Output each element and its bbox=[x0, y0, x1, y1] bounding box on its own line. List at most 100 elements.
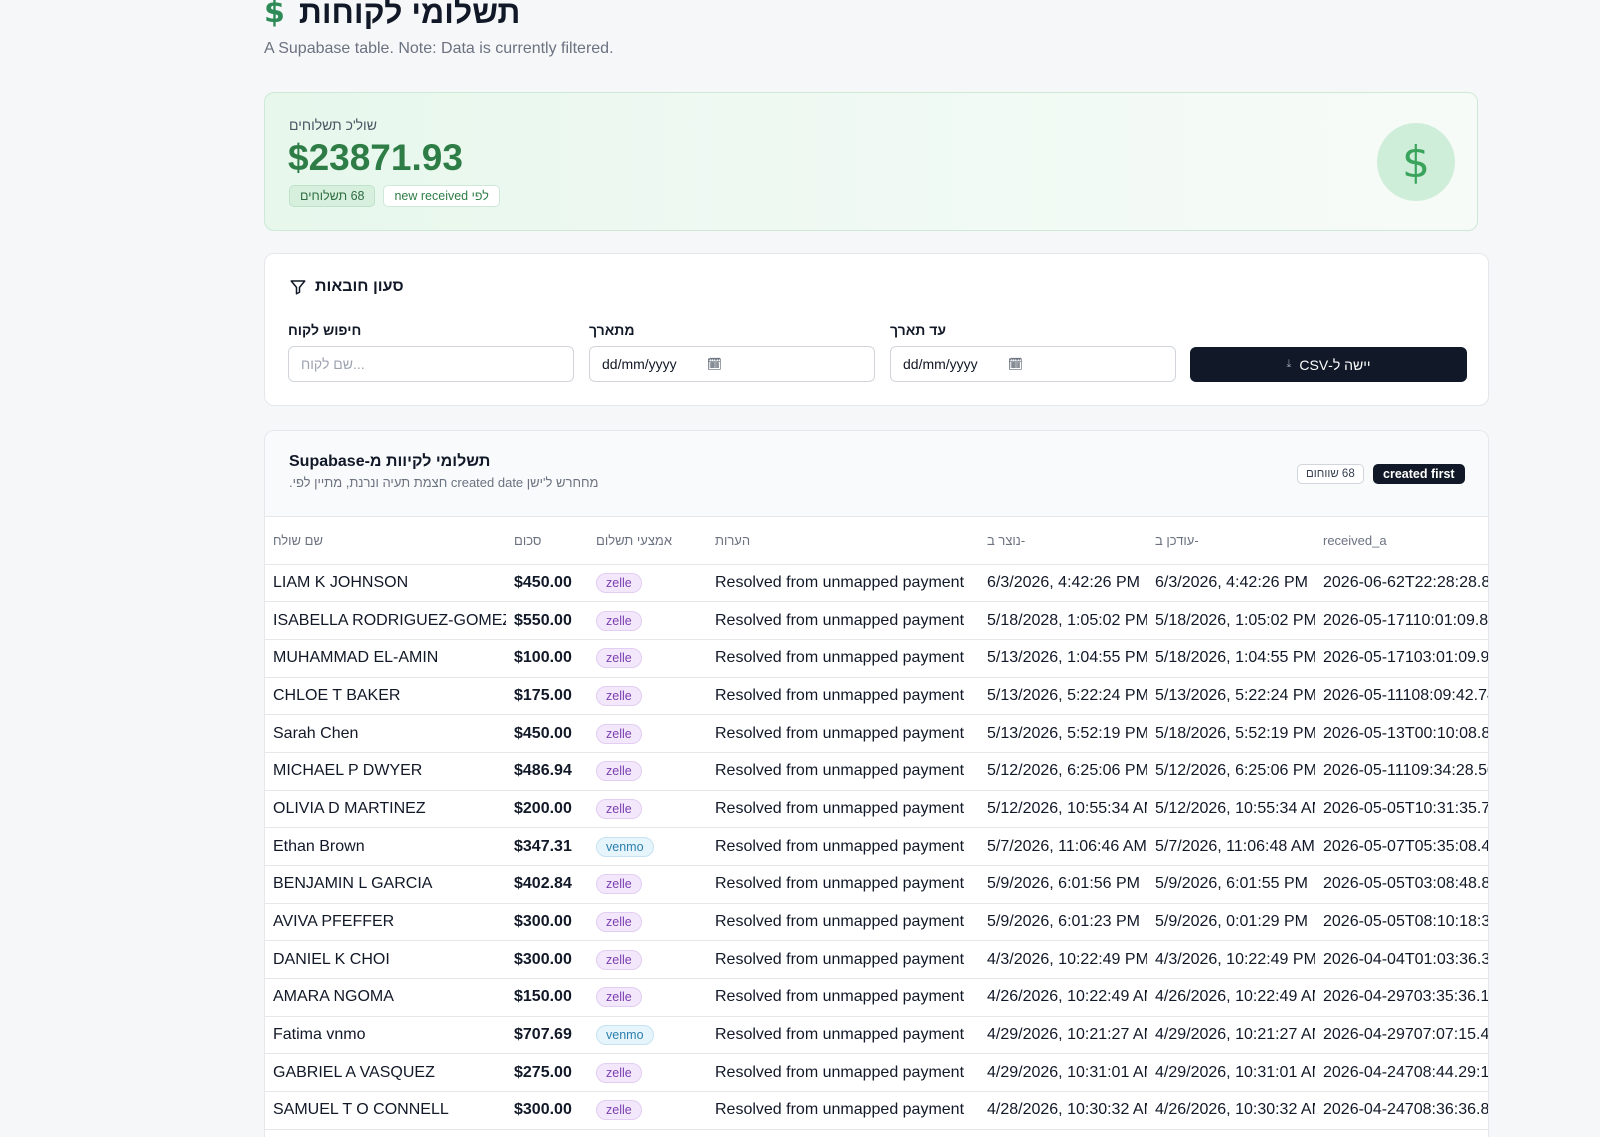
table-row[interactable]: DANIEL K CHOI $300.00 zelle Resolved from u… bbox=[265, 940, 1488, 980]
payment-method-cell: zelle bbox=[588, 1053, 707, 1093]
table-row[interactable]: Sarah Chen $450.00 zelle Resolved from unma… bbox=[265, 714, 1488, 753]
payment-method-badge: zelle bbox=[596, 874, 642, 895]
table-row[interactable]: MICHAEL P DWYER $486.94 zelle Resolved from… bbox=[265, 752, 1488, 791]
received-at-cell: 2026-05-17103:01:09.933+C bbox=[1315, 639, 1488, 678]
notes-cell: Resolved from unmapped payment bbox=[707, 601, 979, 640]
payment-method-cell: zelle bbox=[588, 978, 707, 1017]
table-row[interactable]: AMARA NGOMA $150.00 zelle Resolved from unm… bbox=[265, 978, 1488, 1017]
table-row[interactable]: SAMUEL T O CONNELL $300.00 zelle Resolved f… bbox=[265, 1091, 1488, 1130]
amount-cell: $300.00 bbox=[506, 940, 588, 980]
table-row[interactable]: AVIVA PFEFFER $300.00 zelle Resolved from u… bbox=[265, 903, 1488, 942]
to-date-field: עד תארך dd/mm/yyyy 🗓︎ bbox=[890, 322, 1176, 382]
payment-method-badge: zelle bbox=[596, 798, 642, 819]
payment-method-badge: zelle bbox=[596, 685, 642, 706]
column-header[interactable]: הערות bbox=[707, 517, 979, 565]
column-header[interactable]: נוצר ב- bbox=[979, 517, 1147, 565]
sender-name-cell: Sarah Chen bbox=[265, 714, 506, 753]
payment-method-cell: zelle bbox=[588, 790, 707, 829]
calendar-icon[interactable]: 🗓︎ bbox=[707, 357, 722, 371]
sender-name-cell: SAMUEL T O CONNELL bbox=[265, 1091, 506, 1130]
notes-cell: Resolved from unmapped payment bbox=[707, 978, 979, 1017]
received-at-cell: 2026-04-29703:35:36.115+C bbox=[1315, 978, 1488, 1017]
updated-at-cell: 5/7/2026, 11:06:48 AM bbox=[1147, 827, 1315, 866]
table-row[interactable]: MUHAMMAD EL-AMIN $100.00 zelle Resolved fro… bbox=[265, 639, 1488, 678]
amount-cell: $707.69 bbox=[506, 1016, 588, 1055]
rows-count-pill: 68 שווחום bbox=[1297, 464, 1364, 484]
created-at-cell: 4/3/2026, 10:22:49 PM bbox=[979, 940, 1147, 980]
sender-name-cell: Ethan Brown bbox=[265, 827, 506, 866]
received-at-cell: 2026-04-24708:44.29:11+6( bbox=[1315, 1053, 1488, 1093]
column-header[interactable]: received_a bbox=[1315, 517, 1488, 565]
created-at-cell: 5/12/2026, 10:55:34 AM bbox=[979, 790, 1147, 829]
calendar-icon[interactable]: 🗓︎ bbox=[1008, 357, 1023, 371]
payment-method-badge: zelle bbox=[596, 761, 642, 782]
notes-cell: Resolved from unmapped payment bbox=[707, 790, 979, 829]
updated-at-cell: 5/18/2026, 5:52:19 PM bbox=[1147, 714, 1315, 753]
payment-method-cell: zelle bbox=[588, 1091, 707, 1130]
received-at-cell: 2026-05-11108:09:42.744+C bbox=[1315, 677, 1488, 716]
to-date-input[interactable]: dd/mm/yyyy 🗓︎ bbox=[890, 346, 1176, 382]
table-row[interactable]: Ethan Brown $347.31 venmo Resolved from unm… bbox=[265, 827, 1488, 866]
updated-at-cell: 5/12/2026, 10:55:34 AM bbox=[1147, 790, 1315, 829]
dollar-circle-icon: $ bbox=[1377, 123, 1455, 201]
sort-order-pill[interactable]: created first bbox=[1373, 464, 1465, 484]
payment-method-badge: venmo bbox=[596, 836, 654, 857]
payment-method-badge: zelle bbox=[596, 1062, 642, 1083]
column-header[interactable]: שם שולח bbox=[265, 517, 506, 565]
amount-cell: $175.00 bbox=[506, 677, 588, 716]
updated-at-cell: 5/12/2026, 6:25:06 PM bbox=[1147, 752, 1315, 791]
payment-method-cell: zelle bbox=[588, 639, 707, 678]
notes-cell: Resolved from unmapped payment bbox=[707, 1016, 979, 1055]
payment-method-cell: venmo bbox=[588, 1016, 707, 1055]
from-date-input[interactable]: dd/mm/yyyy 🗓︎ bbox=[589, 346, 875, 382]
payment-method-badge: zelle bbox=[596, 572, 642, 593]
payment-method-cell: zelle bbox=[588, 714, 707, 753]
summary-card: שול'כ תשלוחים $23871.93 68 תשלוחים לפי n… bbox=[264, 92, 1478, 231]
payment-method-cell: venmo bbox=[588, 827, 707, 866]
column-header[interactable]: אמצעי תשלום bbox=[588, 517, 707, 565]
created-at-cell: 5/13/2026, 5:22:24 PM bbox=[979, 677, 1147, 716]
column-header[interactable]: עודכן ב- bbox=[1147, 517, 1315, 565]
created-at-cell: 4/28/2026, 10:30:32 AM bbox=[979, 1091, 1147, 1130]
summary-total: $23871.93 bbox=[288, 137, 463, 178]
table-row[interactable]: CHLOE T BAKER $175.00 zelle Resolved from u… bbox=[265, 677, 1488, 716]
created-at-cell: 5/9/2026, 6:01:56 PM bbox=[979, 865, 1147, 904]
page-subtitle: A Supabase table. Note: Data is currentl… bbox=[264, 40, 614, 57]
filters-title: סעון חובאות bbox=[315, 278, 404, 295]
created-at-cell: 5/9/2026, 6:01:23 PM bbox=[979, 903, 1147, 942]
table-row[interactable]: Fatima vnmo $707.69 venmo Resolved from unm… bbox=[265, 1016, 1488, 1055]
updated-at-cell: 5/18/2026, 1:04:55 PM bbox=[1147, 639, 1315, 678]
customer-search-input[interactable] bbox=[288, 346, 574, 382]
sender-name-cell: LIAM K JOHNSON bbox=[265, 564, 506, 603]
dollar-icon: $ bbox=[264, 0, 285, 30]
table-body: LIAM K JOHNSON $450.00 zelle Resolved from … bbox=[265, 564, 1488, 1130]
filters-card: סעון חובאות חיפוש לקוח מתארך dd/mm/yyyy … bbox=[264, 253, 1489, 406]
table-row[interactable]: ISABELLA RODRIGUEZ-GOMEZ $550.00 zelle Reso… bbox=[265, 601, 1488, 640]
updated-at-cell: 4/3/2026, 10:22:49 PM bbox=[1147, 940, 1315, 980]
sender-name-cell: MUHAMMAD EL-AMIN bbox=[265, 639, 506, 678]
table-header-row: שם שולח סכום אמצעי תשלום הערות נוצר ב- עודכן … bbox=[265, 517, 1488, 565]
payment-method-badge: zelle bbox=[596, 1100, 642, 1121]
payments-table-card: תשלומי לקיוות מ-Supabase מחחרש ל'ישן cre… bbox=[264, 430, 1489, 1137]
updated-at-cell: 4/29/2026, 10:31:01 AM bbox=[1147, 1053, 1315, 1093]
created-at-cell: 4/29/2026, 10:31:01 AM bbox=[979, 1053, 1147, 1093]
notes-cell: Resolved from unmapped payment bbox=[707, 677, 979, 716]
sender-name-cell: GABRIEL A VASQUEZ bbox=[265, 1053, 506, 1093]
created-at-cell: 4/29/2026, 10:21:27 AM bbox=[979, 1016, 1147, 1055]
export-csv-button[interactable]: יישה ל-CSV ⤓ bbox=[1190, 347, 1467, 382]
sender-name-cell: Fatima vnmo bbox=[265, 1016, 506, 1055]
sender-name-cell: AMARA NGOMA bbox=[265, 978, 506, 1017]
table-row[interactable]: OLIVIA D MARTINEZ $200.00 zelle Resolved fr… bbox=[265, 790, 1488, 829]
summary-badges: 68 תשלוחים לפי new received bbox=[289, 185, 500, 207]
updated-at-cell: 5/9/2026, 6:01:55 PM bbox=[1147, 865, 1315, 904]
table-row[interactable]: BENJAMIN L GARCIA $402.84 zelle Resolved fr… bbox=[265, 865, 1488, 904]
received-at-cell: 2026-05-13T00:10:08.849+C bbox=[1315, 714, 1488, 753]
column-header[interactable]: סכום bbox=[506, 517, 588, 565]
table-row[interactable]: LIAM K JOHNSON $450.00 zelle Resolved from … bbox=[265, 564, 1488, 603]
received-at-cell: 2026-04-29707:07:15.442+C bbox=[1315, 1016, 1488, 1055]
sender-name-cell: OLIVIA D MARTINEZ bbox=[265, 790, 506, 829]
updated-at-cell: 5/18/2026, 1:05:02 PM bbox=[1147, 601, 1315, 640]
table-row[interactable]: GABRIEL A VASQUEZ $275.00 zelle Resolved fr… bbox=[265, 1053, 1488, 1093]
created-at-cell: 5/13/2026, 5:52:19 PM bbox=[979, 714, 1147, 753]
payment-method-cell: zelle bbox=[588, 903, 707, 942]
